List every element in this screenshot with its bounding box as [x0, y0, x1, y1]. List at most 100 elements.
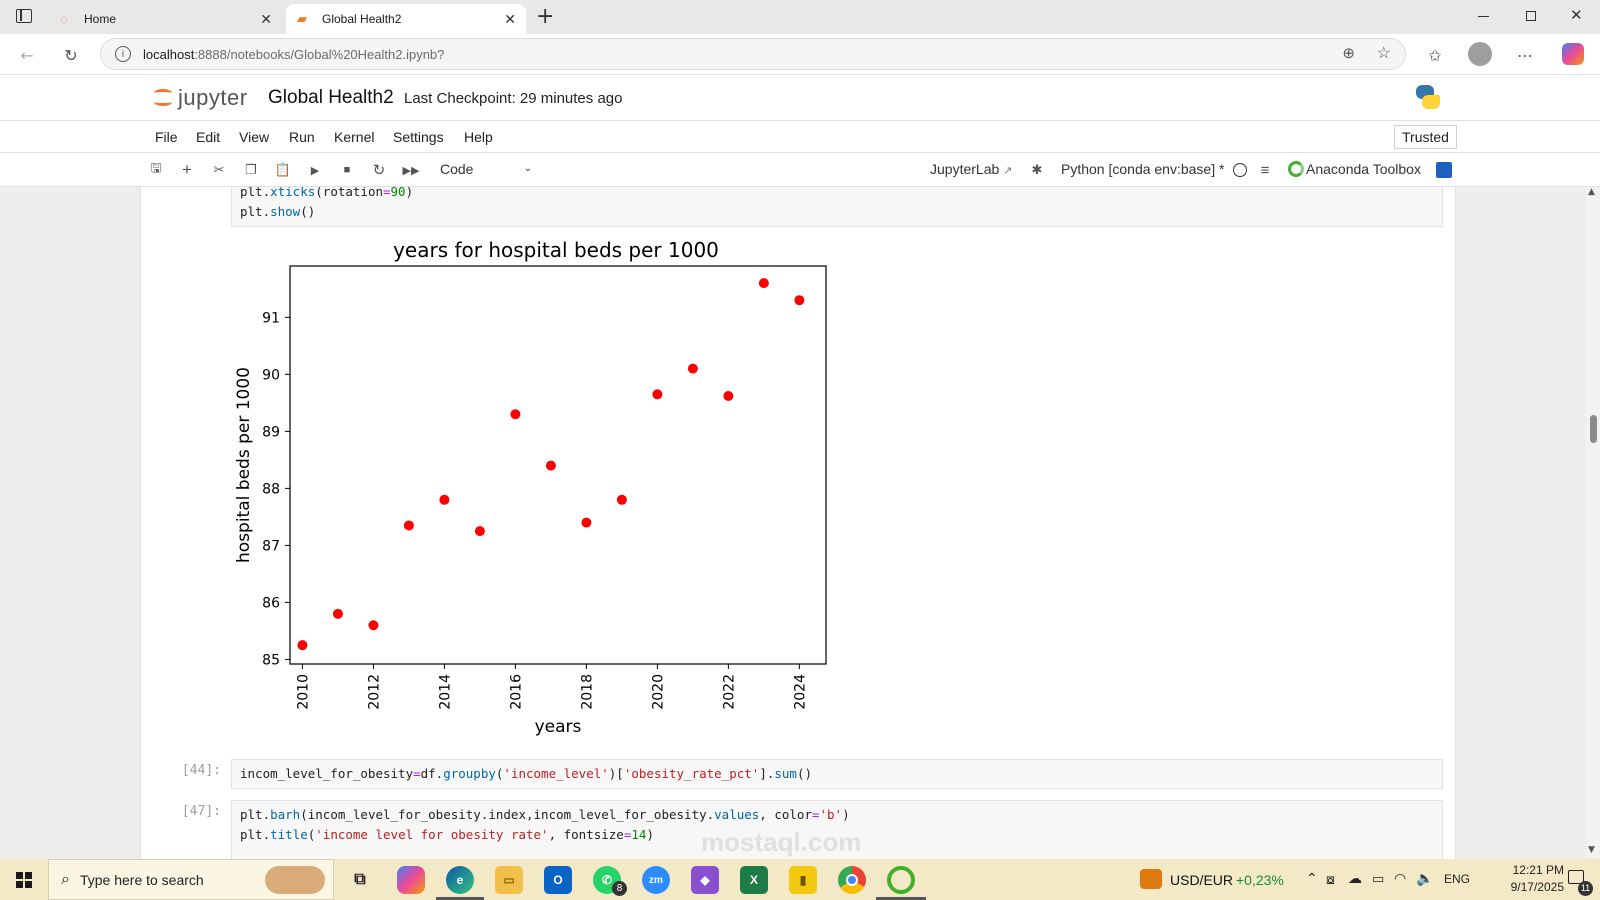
edge-taskbar-icon[interactable]: e — [446, 866, 474, 894]
copy-icon[interactable]: ❐ — [242, 161, 260, 179]
x-tick-label: 2010 — [295, 674, 311, 710]
close-icon[interactable]: ✕ — [260, 11, 272, 28]
window-close-icon[interactable]: ✕ — [1570, 6, 1583, 24]
jupyter-logo[interactable]: jupyter — [152, 81, 248, 115]
excel-icon[interactable]: X — [740, 866, 768, 894]
zoom-icon[interactable]: ⊕ — [1342, 44, 1355, 62]
site-info-icon[interactable]: i — [115, 46, 131, 62]
scroll-up-icon[interactable]: ▲ — [1588, 187, 1595, 197]
onedrive-icon[interactable]: ☁ — [1348, 870, 1362, 887]
menu-help[interactable]: Help — [464, 129, 493, 145]
code-cell-44[interactable]: incom_level_for_obesity=df.groupby('inco… — [231, 759, 1443, 789]
copilot-taskbar-icon[interactable] — [397, 866, 425, 894]
clock-time[interactable]: 12:21 PM — [1492, 863, 1564, 877]
tab-active-label: Global Health2 — [322, 12, 402, 26]
chrome-icon[interactable] — [838, 866, 866, 894]
jupyter-logo-icon — [152, 84, 174, 112]
debugger-icon[interactable]: ✱ — [1028, 161, 1046, 179]
anaconda-taskbar-icon[interactable] — [887, 866, 915, 894]
menu-view[interactable]: View — [239, 129, 269, 145]
add-cell-icon[interactable]: + — [178, 160, 196, 179]
code-cell-top[interactable]: plt.xticks(rotation=90) plt.show() — [231, 187, 1443, 227]
page-scrollbar[interactable]: ▲ ▼ — [1586, 187, 1600, 859]
save-icon[interactable]: 🖫 — [147, 160, 165, 179]
power-bi-icon[interactable]: ▮ — [789, 866, 817, 894]
scrollbar-thumb[interactable] — [1590, 415, 1597, 443]
stop-icon[interactable]: ■ — [338, 161, 356, 179]
menu-file[interactable]: File — [155, 129, 178, 145]
favorite-star-icon[interactable]: ☆ — [1377, 43, 1391, 63]
wifi-icon[interactable]: ◠ — [1394, 870, 1406, 887]
language-indicator[interactable]: ENG — [1444, 872, 1470, 886]
outlook-icon[interactable]: O — [544, 866, 572, 894]
code-token: 'obesity_rate_pct' — [623, 766, 760, 781]
scroll-down-icon[interactable]: ▼ — [1588, 845, 1595, 855]
code-token: = — [413, 766, 421, 781]
code-token: ) — [405, 187, 414, 199]
new-tab-icon[interactable]: + — [536, 4, 554, 29]
property-inspector-icon[interactable]: ≡ — [1256, 161, 1274, 179]
close-icon[interactable]: ✕ — [504, 11, 516, 28]
external-link-icon: ↗ — [1003, 165, 1013, 177]
clock-date[interactable]: 9/17/2025 — [1488, 880, 1564, 894]
favorites-icon[interactable]: ✩ — [1424, 44, 1446, 66]
jupyterlab-link[interactable]: JupyterLab ↗ — [930, 161, 1012, 177]
address-bar[interactable]: i localhost:8888/notebooks/Global%20Heal… — [100, 38, 1406, 70]
volume-icon[interactable]: 🔈 — [1416, 870, 1433, 887]
currency-label[interactable]: USD/EUR — [1170, 872, 1233, 888]
data-point — [652, 389, 663, 400]
code-token: incom_level_for_obesity — [240, 766, 414, 781]
visual-studio-icon[interactable]: ◆ — [691, 866, 719, 894]
menu-settings[interactable]: Settings — [393, 129, 444, 145]
notebook-title[interactable]: Global Health2 — [268, 87, 394, 109]
restart-icon[interactable]: ↻ — [370, 161, 388, 179]
task-view-icon[interactable]: ⧉ — [346, 866, 374, 894]
data-point — [794, 295, 805, 306]
x-axis-label: years — [535, 717, 582, 737]
code-token: ) — [842, 807, 850, 822]
tab-home[interactable]: ◌ Home ✕ — [48, 4, 282, 34]
y-tick-label: 88 — [262, 481, 280, 497]
copilot-icon[interactable] — [1562, 43, 1584, 65]
back-icon[interactable]: ← — [16, 44, 38, 66]
battery-icon[interactable]: ▭ — [1372, 871, 1384, 887]
file-explorer-icon[interactable]: ▭ — [495, 866, 523, 894]
tab-global-health2[interactable]: ▰ Global Health2 ✕ — [286, 4, 526, 34]
tray-chevron-up-icon[interactable]: ⌃ — [1306, 870, 1318, 887]
menu-kernel[interactable]: Kernel — [334, 129, 374, 145]
tab-actions-icon[interactable] — [16, 9, 32, 23]
address-bar-row: ← ↻ i localhost:8888/notebooks/Global%20… — [0, 34, 1600, 75]
menu-run[interactable]: Run — [289, 129, 315, 145]
y-axis-ticks: 85 86 87 88 89 90 91 — [262, 310, 290, 668]
data-point — [510, 409, 521, 420]
minimize-icon[interactable] — [1478, 16, 1489, 17]
toolbox-panel-icon[interactable] — [1436, 162, 1452, 178]
restore-icon[interactable] — [1526, 11, 1536, 21]
python-logo-icon — [1414, 83, 1442, 111]
kernel-name[interactable]: Python [conda env:base] * — [1061, 161, 1224, 177]
x-tick-label: 2014 — [437, 674, 453, 710]
zoom-app-icon[interactable]: zm — [642, 866, 670, 894]
y-tick-label: 86 — [262, 595, 280, 611]
anaconda-toolbox-label[interactable]: Anaconda Toolbox — [1306, 161, 1421, 177]
x-tick-label: 2016 — [508, 674, 524, 710]
jupyterlab-label: JupyterLab — [930, 161, 1000, 177]
refresh-icon[interactable]: ↻ — [60, 44, 82, 66]
code-token: () — [300, 204, 316, 219]
profile-avatar[interactable] — [1468, 42, 1492, 66]
windows-start-icon[interactable] — [16, 872, 32, 888]
run-all-icon[interactable]: ▶▶ — [402, 161, 420, 179]
paste-icon[interactable]: 📋 — [274, 161, 292, 179]
tray-app-icon[interactable]: ⧇ — [1326, 871, 1335, 888]
search-placeholder: Type here to search — [79, 871, 204, 888]
trusted-indicator[interactable]: Trusted — [1394, 125, 1457, 149]
menu-edit[interactable]: Edit — [196, 129, 220, 145]
taskbar-search-box[interactable]: ⌕ Type here to search — [48, 859, 334, 900]
more-options-icon[interactable]: ⋯ — [1514, 44, 1536, 66]
currency-widget-icon[interactable] — [1140, 869, 1162, 889]
cell-type-select[interactable]: Code ⌄ — [440, 161, 532, 177]
cut-icon[interactable]: ✂ — [210, 161, 228, 179]
run-icon[interactable]: ▶ — [306, 161, 324, 179]
code-token: plt. — [240, 204, 271, 219]
scatter-chart: years for hospital beds per 1000 8586878… — [234, 238, 827, 737]
